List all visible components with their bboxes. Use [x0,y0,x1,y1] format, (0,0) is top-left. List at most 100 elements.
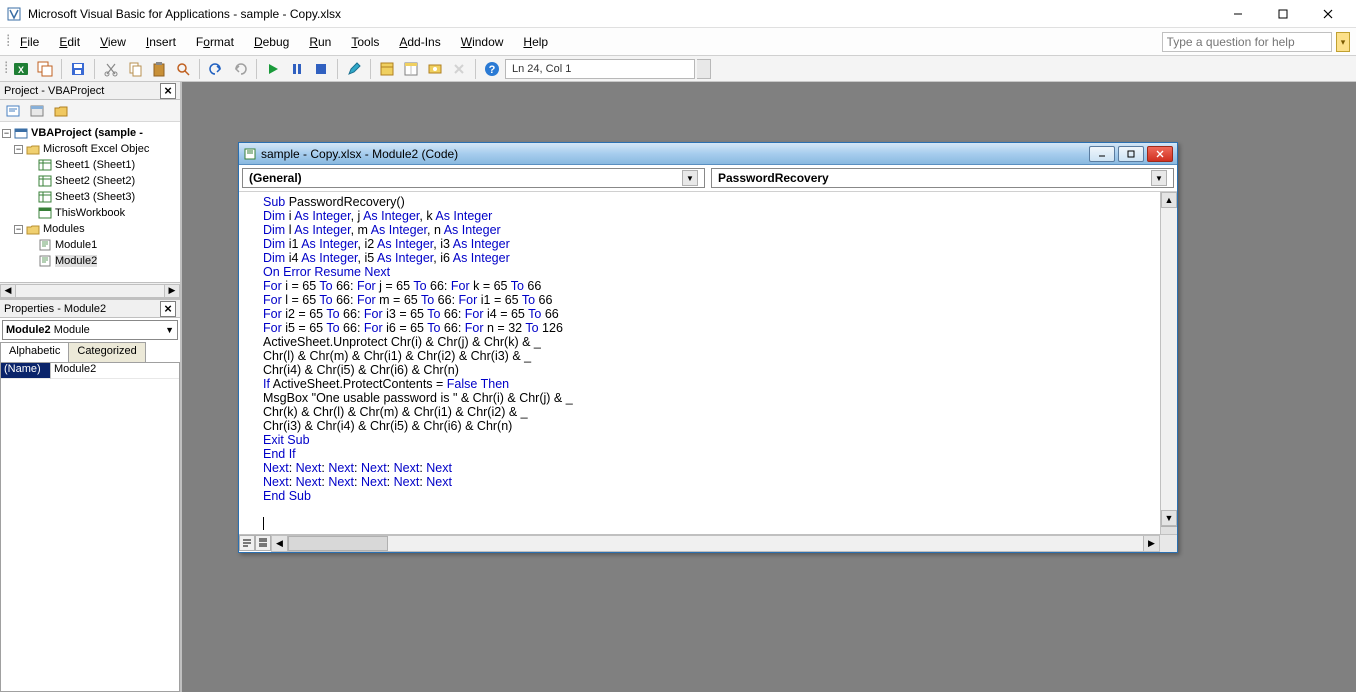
tree-excel-objects[interactable]: Microsoft Excel Objec [43,143,149,155]
scroll-left-icon[interactable]: ◀ [272,536,288,551]
design-mode-button[interactable] [343,58,365,80]
collapse-icon[interactable]: − [2,129,11,138]
scroll-up-icon[interactable]: ▲ [1161,192,1177,208]
workbook-icon [38,207,52,219]
insert-module-button[interactable] [34,58,56,80]
property-value-cell[interactable]: Module2 [51,363,179,379]
maximize-button[interactable] [1260,0,1305,28]
folder-icon [26,223,40,235]
code-editor[interactable]: Sub PasswordRecovery() Dim i As Integer,… [239,192,1160,534]
properties-panel: Properties - Module2 × Module2 Module ▼ … [0,300,180,692]
properties-object-combo[interactable]: Module2 Module ▼ [2,320,178,340]
scroll-thumb[interactable] [288,536,388,551]
chevron-down-icon: ▼ [1151,170,1167,186]
chevron-down-icon: ▼ [165,325,174,335]
toggle-folders-button[interactable] [50,100,72,122]
scroll-split-handle[interactable] [1161,526,1177,534]
menu-view[interactable]: View [90,33,136,51]
properties-panel-title: Properties - Module2 [4,303,106,315]
tree-module1[interactable]: Module1 [55,239,97,251]
tree-modules-folder[interactable]: Modules [43,223,85,235]
reset-button[interactable] [310,58,332,80]
tab-alphabetic[interactable]: Alphabetic [0,342,69,362]
menu-window[interactable]: Window [451,33,514,51]
menu-format[interactable]: Format [186,33,244,51]
project-tree-hscroll[interactable]: ◀ ▶ [0,282,180,298]
properties-panel-close[interactable]: × [160,301,176,317]
project-explorer-button[interactable] [376,58,398,80]
redo-button[interactable] [229,58,251,80]
app-icon [6,6,22,22]
undo-button[interactable] [205,58,227,80]
scroll-left-icon[interactable]: ◀ [0,284,16,298]
module-icon [38,255,52,267]
tree-thisworkbook[interactable]: ThisWorkbook [55,207,125,219]
menu-addins[interactable]: Add-Ins [389,33,450,51]
property-name-cell[interactable]: (Name) [1,363,51,379]
cut-button[interactable] [100,58,122,80]
procedure-combo-value: PasswordRecovery [718,171,829,185]
paste-button[interactable] [148,58,170,80]
scroll-right-icon[interactable]: ▶ [1143,536,1159,551]
code-maximize-button[interactable] [1118,146,1144,162]
find-button[interactable] [172,58,194,80]
scroll-down-icon[interactable]: ▼ [1161,510,1177,526]
toolbox-button[interactable] [448,58,470,80]
project-panel-close[interactable]: × [160,83,176,99]
code-close-button[interactable] [1147,146,1173,162]
full-module-view-button[interactable] [255,535,271,551]
properties-header: Properties - Module2 × [0,300,180,318]
menu-tools[interactable]: Tools [341,33,389,51]
module-icon [38,239,52,251]
tree-sheet1[interactable]: Sheet1 (Sheet1) [55,159,135,171]
minimize-button[interactable] [1215,0,1260,28]
help-search-input[interactable] [1162,32,1332,52]
tree-sheet3[interactable]: Sheet3 (Sheet3) [55,191,135,203]
sheet-icon [38,159,52,171]
code-hscrollbar[interactable]: ◀ ▶ [271,535,1160,552]
collapse-icon[interactable]: − [14,225,23,234]
folder-icon [26,143,40,155]
view-excel-button[interactable]: X [10,58,32,80]
line-column-dropdown[interactable] [697,59,711,79]
collapse-icon[interactable]: − [14,145,23,154]
view-code-button[interactable] [2,100,24,122]
tab-categorized[interactable]: Categorized [68,342,145,362]
help-search: ▾ [1162,32,1350,52]
code-vscrollbar[interactable]: ▲ ▼ [1160,192,1177,534]
properties-button[interactable] [400,58,422,80]
svg-text:?: ? [489,64,496,76]
tree-module2[interactable]: Module2 [55,255,97,267]
sheet-icon [38,191,52,203]
project-tree[interactable]: −VBAProject (sample - −Microsoft Excel O… [0,122,180,282]
properties-grid[interactable]: (Name) Module2 [0,362,180,692]
menu-file[interactable]: File [10,33,49,51]
tree-sheet2[interactable]: Sheet2 (Sheet2) [55,175,135,187]
object-browser-button[interactable] [424,58,446,80]
procedure-view-button[interactable] [239,535,255,551]
code-window: sample - Copy.xlsx - Module2 (Code) (Gen… [238,142,1178,553]
view-object-button[interactable] [26,100,48,122]
copy-button[interactable] [124,58,146,80]
project-explorer-panel: Project - VBAProject × −VBAProject (samp… [0,82,180,300]
project-panel-title: Project - VBAProject [4,85,104,97]
procedure-combo[interactable]: PasswordRecovery ▼ [711,168,1174,188]
menu-run[interactable]: Run [299,33,341,51]
menu-edit[interactable]: Edit [49,33,90,51]
break-button[interactable] [286,58,308,80]
help-search-dropdown[interactable]: ▾ [1336,32,1350,52]
object-combo[interactable]: (General)▼ [242,168,705,188]
run-button[interactable] [262,58,284,80]
titlebar: Microsoft Visual Basic for Applications … [0,0,1356,28]
save-button[interactable] [67,58,89,80]
help-button[interactable]: ? [481,58,503,80]
tree-project-root[interactable]: VBAProject (sample - [31,127,143,139]
close-button[interactable] [1305,0,1350,28]
menu-insert[interactable]: Insert [136,33,186,51]
code-window-titlebar[interactable]: sample - Copy.xlsx - Module2 (Code) [239,143,1177,165]
menu-help[interactable]: Help [513,33,558,51]
scroll-corner [1160,535,1177,552]
scroll-right-icon[interactable]: ▶ [164,284,180,298]
code-minimize-button[interactable] [1089,146,1115,162]
menu-debug[interactable]: Debug [244,33,299,51]
